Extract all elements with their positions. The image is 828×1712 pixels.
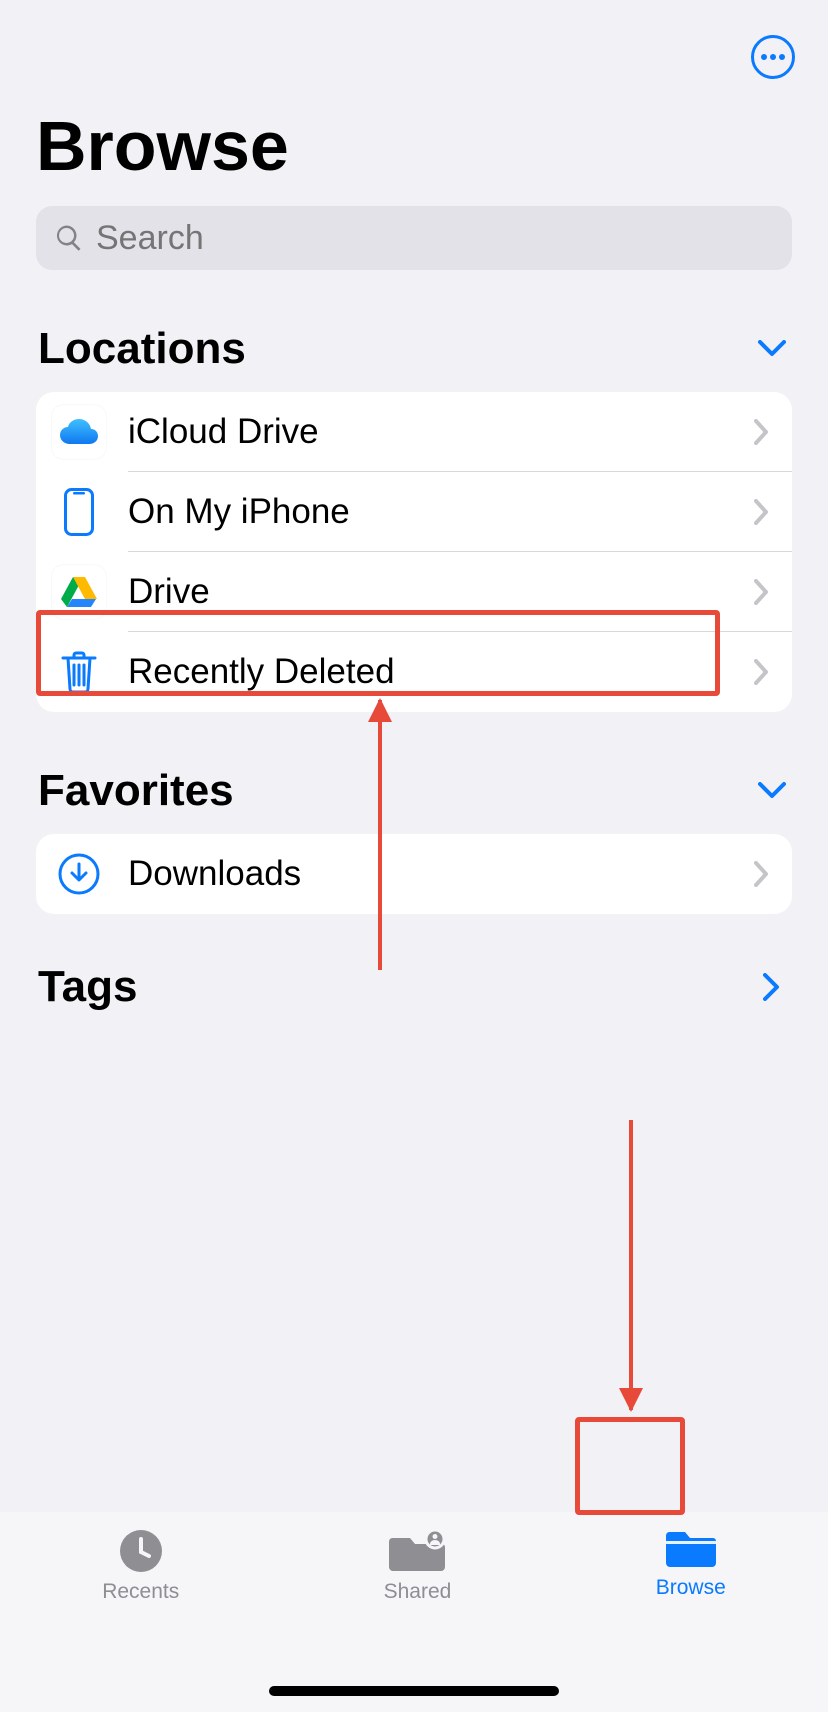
- chevron-down-icon: [758, 340, 786, 358]
- favorites-collapse-button[interactable]: [752, 771, 792, 811]
- favorites-heading: Favorites: [38, 766, 234, 816]
- page-title: Browse: [36, 106, 828, 186]
- iphone-icon: [52, 485, 106, 539]
- chevron-right-icon: [754, 499, 768, 525]
- tab-browse[interactable]: Browse: [656, 1528, 726, 1600]
- annotation-arrow-up: [378, 700, 382, 970]
- ellipsis-icon: [761, 54, 785, 60]
- tab-label: Browse: [656, 1576, 726, 1600]
- favorites-list: Downloads: [36, 834, 792, 914]
- annotation-arrow-down: [629, 1120, 633, 1410]
- downloads-icon: [52, 847, 106, 901]
- tags-expand-button[interactable]: [752, 967, 792, 1007]
- shared-folder-icon: [388, 1528, 446, 1574]
- search-input[interactable]: [96, 219, 774, 258]
- search-field[interactable]: [36, 206, 792, 270]
- tags-heading: Tags: [38, 962, 137, 1012]
- location-item-recently-deleted[interactable]: Recently Deleted: [36, 632, 792, 712]
- annotation-highlight-browse-tab: [575, 1417, 685, 1515]
- tab-bar: Recents Shared Browse: [0, 1512, 828, 1712]
- tab-recents[interactable]: Recents: [102, 1528, 179, 1604]
- chevron-right-icon: [754, 579, 768, 605]
- chevron-right-icon: [754, 861, 768, 887]
- location-item-label: Recently Deleted: [128, 652, 754, 692]
- search-icon: [54, 223, 84, 253]
- folder-icon: [665, 1528, 717, 1570]
- trash-icon: [52, 645, 106, 699]
- location-item-google-drive[interactable]: Drive: [36, 552, 792, 632]
- favorite-item-label: Downloads: [128, 854, 754, 894]
- favorite-item-downloads[interactable]: Downloads: [36, 834, 792, 914]
- location-item-label: Drive: [128, 572, 754, 612]
- tab-shared[interactable]: Shared: [384, 1528, 452, 1604]
- clock-icon: [118, 1528, 164, 1574]
- google-drive-icon: [52, 565, 106, 619]
- location-item-label: iCloud Drive: [128, 412, 754, 452]
- icloud-icon: [52, 405, 106, 459]
- locations-list: iCloud Drive On My iPhone: [36, 392, 792, 712]
- home-indicator[interactable]: [269, 1686, 559, 1696]
- more-options-button[interactable]: [751, 35, 795, 79]
- locations-collapse-button[interactable]: [752, 329, 792, 369]
- tab-label: Shared: [384, 1580, 452, 1604]
- chevron-right-icon: [763, 973, 781, 1001]
- locations-heading: Locations: [38, 324, 246, 374]
- location-item-icloud-drive[interactable]: iCloud Drive: [36, 392, 792, 472]
- chevron-right-icon: [754, 659, 768, 685]
- chevron-right-icon: [754, 419, 768, 445]
- location-item-label: On My iPhone: [128, 492, 754, 532]
- chevron-down-icon: [758, 782, 786, 800]
- location-item-on-my-iphone[interactable]: On My iPhone: [36, 472, 792, 552]
- tab-label: Recents: [102, 1580, 179, 1604]
